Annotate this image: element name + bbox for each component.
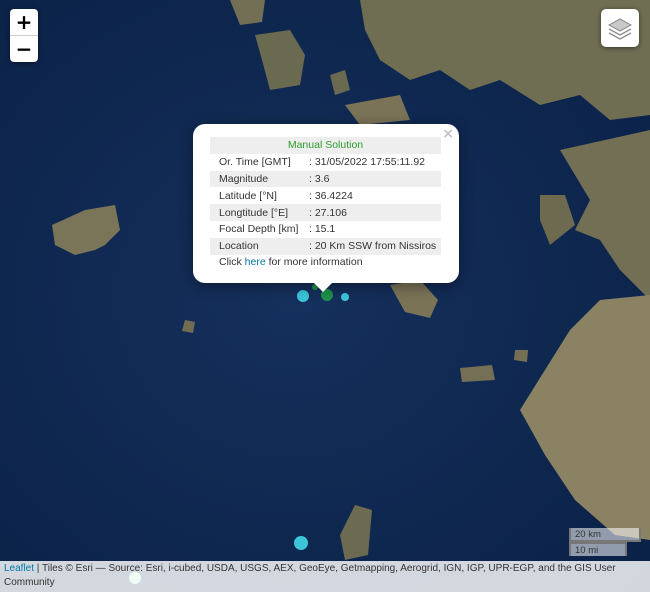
zoom-in-button[interactable]: + bbox=[10, 9, 38, 36]
row-value: : 15.1 bbox=[309, 223, 336, 236]
table-row: Magnitude : 3.6 bbox=[210, 170, 441, 188]
row-value: : 3.6 bbox=[303, 170, 441, 188]
table-row: Latitude [°N] : 36.4224 bbox=[210, 187, 441, 204]
popup-close-button[interactable]: × bbox=[442, 126, 454, 142]
row-label: Latitude [°N] bbox=[219, 189, 277, 202]
popup-tip bbox=[313, 282, 333, 292]
more-info-link[interactable]: here bbox=[245, 256, 266, 268]
more-info-suffix: for more information bbox=[265, 256, 363, 268]
more-info-line: Click here for more information bbox=[219, 256, 363, 268]
zoom-control: + − bbox=[10, 9, 38, 62]
popup-title: Manual Solution bbox=[210, 137, 441, 154]
row-value: : 20 Km SSW from Nissiros bbox=[303, 237, 441, 255]
attribution-text: | Tiles © Esri — Source: Esri, i-cubed, … bbox=[4, 563, 616, 588]
more-info-prefix: Click bbox=[219, 256, 245, 268]
event-details-table: Manual Solution Or. Time [GMT] : 31/05/2… bbox=[210, 137, 441, 255]
event-marker[interactable] bbox=[341, 293, 349, 301]
row-value: : 31/05/2022 17:55:11.92 bbox=[309, 156, 425, 169]
leaflet-link[interactable]: Leaflet bbox=[4, 563, 34, 574]
popup-title-row: Manual Solution bbox=[210, 137, 441, 154]
layers-icon bbox=[607, 18, 633, 40]
satellite-basemap bbox=[0, 0, 650, 592]
scale-bar-mi: 10 mi bbox=[569, 542, 627, 556]
table-row: Location : 20 Km SSW from Nissiros bbox=[210, 237, 441, 255]
table-row: Longtitude [°E] : 27.106 bbox=[210, 204, 441, 221]
layers-button[interactable] bbox=[601, 9, 639, 47]
scale-bar-km: 20 km bbox=[569, 528, 641, 542]
row-label: Longtitude [°E] bbox=[210, 204, 303, 221]
row-label: Location bbox=[210, 237, 303, 255]
zoom-out-button[interactable]: − bbox=[10, 36, 38, 62]
row-label: Focal Depth [km] bbox=[219, 223, 299, 236]
row-value: : 27.106 bbox=[303, 204, 441, 221]
event-marker[interactable] bbox=[294, 536, 308, 550]
table-row: Focal Depth [km] : 15.1 bbox=[210, 221, 441, 238]
row-label: Magnitude bbox=[210, 170, 303, 188]
event-marker[interactable] bbox=[297, 290, 309, 302]
row-label: Or. Time [GMT] bbox=[219, 156, 291, 169]
table-row: Or. Time [GMT] : 31/05/2022 17:55:11.92 bbox=[210, 154, 441, 171]
attribution: Leaflet | Tiles © Esri — Source: Esri, i… bbox=[0, 561, 650, 592]
row-value: : 36.4224 bbox=[309, 189, 353, 202]
event-popup: × Manual Solution Or. Time [GMT] : 31/05… bbox=[193, 124, 459, 292]
map-view[interactable]: + − × Manual Solution Or. Time [GMT] : 3… bbox=[0, 0, 650, 592]
